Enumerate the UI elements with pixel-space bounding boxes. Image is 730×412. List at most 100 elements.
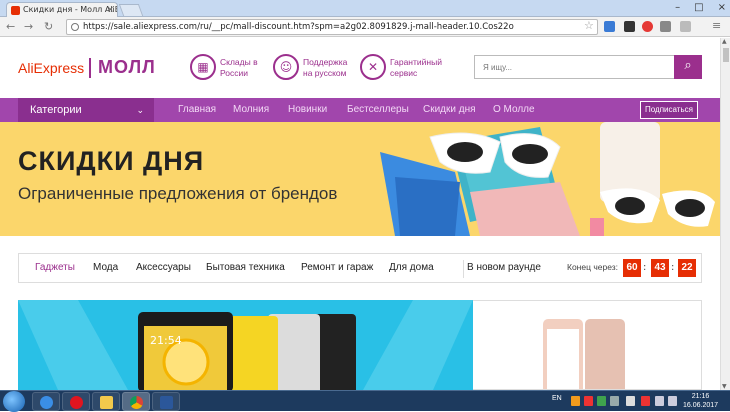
tab-accessories[interactable]: Аксессуары [136,254,191,282]
banner-products-illustration [380,122,715,236]
scroll-up-icon[interactable]: ▲ [722,38,727,45]
network-icon[interactable] [655,396,664,406]
nav-link-bestsellers[interactable]: Бестселлеры [347,98,409,122]
browser-tab[interactable]: Скидки дня - Молл AliEx × [6,2,118,17]
categories-dropdown[interactable]: Категории ⌄ [18,98,154,122]
minimize-icon[interactable]: – [675,0,680,15]
extension-icon[interactable] [680,21,691,32]
taskbar-opera[interactable] [62,392,90,411]
start-button[interactable] [3,391,25,412]
browser-toolbar: ← → ↻ https://sale.aliexpress.com/ru/__p… [0,17,730,37]
phone-illustration [543,319,625,389]
menu-icon[interactable]: ≡ [712,19,721,33]
language-indicator[interactable]: EN [552,395,562,402]
feature-line2: на русском [303,68,347,78]
address-bar[interactable]: https://sale.aliexpress.com/ru/__pc/mall… [66,19,598,35]
tab-next-round[interactable]: В новом раунде [467,254,541,282]
promo-phones-tile[interactable]: 21:54 [18,300,473,390]
subscribe-button[interactable]: Подписаться [640,101,698,119]
site-header: AliExpress МОЛЛ ▦ Склады в России ☺ Подде… [0,38,720,98]
phones-illustration: 21:54 [18,300,473,390]
nav-link-about[interactable]: О Молле [493,98,535,122]
search-box: ⌕ [474,55,702,79]
close-tab-icon[interactable]: × [106,3,114,17]
main-nav: Категории ⌄ Главная Молния Новинки Бестс… [0,98,720,122]
word-icon [160,396,173,409]
windows-taskbar: EN 21:16 16.06.2017 [0,390,730,412]
logo-divider [89,58,91,78]
tray-icon[interactable] [571,396,580,406]
feature-line2: сервис [390,68,418,78]
window-controls: – □ × [675,0,726,15]
tray-icon[interactable] [626,396,635,406]
mall-logo[interactable]: МОЛЛ [98,57,156,78]
feature-line1: Склады в [220,57,258,67]
support-agent-icon: ☺ [273,54,299,80]
nav-link-flash[interactable]: Молния [233,98,269,122]
timer-label: Конец через: [567,262,619,272]
clock-date: 16.06.2017 [683,402,719,409]
browser-tab-bar: Скидки дня - Молл AliEx × – □ × [0,0,730,17]
svg-text:21:54: 21:54 [150,334,182,347]
search-input[interactable] [475,56,675,78]
tab-fashion[interactable]: Мода [93,254,118,282]
chrome-icon [130,396,143,409]
folder-icon [100,396,113,409]
extension-icon[interactable] [604,21,615,32]
clock[interactable]: 21:16 16.06.2017 [683,392,718,410]
timer-seconds: 22 [678,259,696,277]
tab-title: Скидки дня - Молл AliEx [23,5,118,14]
page-info-icon[interactable] [71,23,79,31]
nav-link-home[interactable]: Главная [178,98,216,122]
timer-colon: : [671,262,675,273]
url-text: https://sale.aliexpress.com/ru/__pc/mall… [83,22,514,32]
taskbar-chrome[interactable] [122,392,150,411]
reload-icon[interactable]: ↻ [44,20,53,34]
nav-link-daily-deals[interactable]: Скидки дня [423,98,476,122]
nav-link-new[interactable]: Новинки [288,98,327,122]
scroll-down-icon[interactable]: ▼ [722,383,727,390]
tray-icon[interactable] [610,396,619,406]
timer-minutes: 43 [651,259,669,277]
extension-icon[interactable] [624,21,635,32]
taskbar-word[interactable] [152,392,180,411]
tab-gadgets[interactable]: Гаджеты [35,254,75,282]
extension-icon[interactable] [660,21,671,32]
back-icon[interactable]: ← [6,20,15,34]
bookmark-star-icon[interactable]: ☆ [584,19,594,32]
aliexpress-favicon-icon [11,6,20,15]
search-icon: ⌕ [684,58,692,73]
feature-line1: Гарантийный [390,57,442,67]
scroll-thumb[interactable] [723,48,729,62]
page-scrollbar[interactable]: ▲ ▼ [720,38,730,390]
taskbar-ie[interactable] [32,392,60,411]
tools-icon: ✕ [360,54,386,80]
timer-colon: : [643,262,647,273]
promo-phone-tile[interactable] [473,300,702,390]
hero-banner[interactable]: СКИДКИ ДНЯ Ограниченные предложения от б… [0,122,720,236]
search-button[interactable]: ⌕ [674,55,702,79]
taskbar-explorer[interactable] [92,392,120,411]
new-tab-button[interactable] [118,4,144,16]
timer-hours: 60 [623,259,641,277]
category-tabs: Гаджеты Мода Аксессуары Бытовая техника … [18,253,702,283]
tray-icon[interactable] [597,396,606,406]
tab-appliances[interactable]: Бытовая техника [206,254,285,282]
tab-home[interactable]: Для дома [389,254,434,282]
internet-explorer-icon [40,396,53,409]
banner-title: СКИДКИ ДНЯ [18,146,205,176]
tab-repair-garage[interactable]: Ремонт и гараж [301,254,373,282]
tab-divider [463,260,464,278]
tray-icon[interactable] [584,396,593,406]
feature-line1: Поддержка [303,57,348,67]
warehouse-icon: ▦ [190,54,216,80]
feature-line2: России [220,68,249,78]
tray-icon[interactable] [641,396,650,406]
maximize-icon[interactable]: □ [694,0,703,15]
close-window-icon[interactable]: × [718,0,726,15]
volume-icon[interactable] [668,396,677,406]
aliexpress-logo[interactable]: AliExpress [18,60,84,76]
forward-icon[interactable]: → [24,20,33,34]
extension-icon[interactable] [642,21,653,32]
categories-label: Категории [30,104,82,116]
